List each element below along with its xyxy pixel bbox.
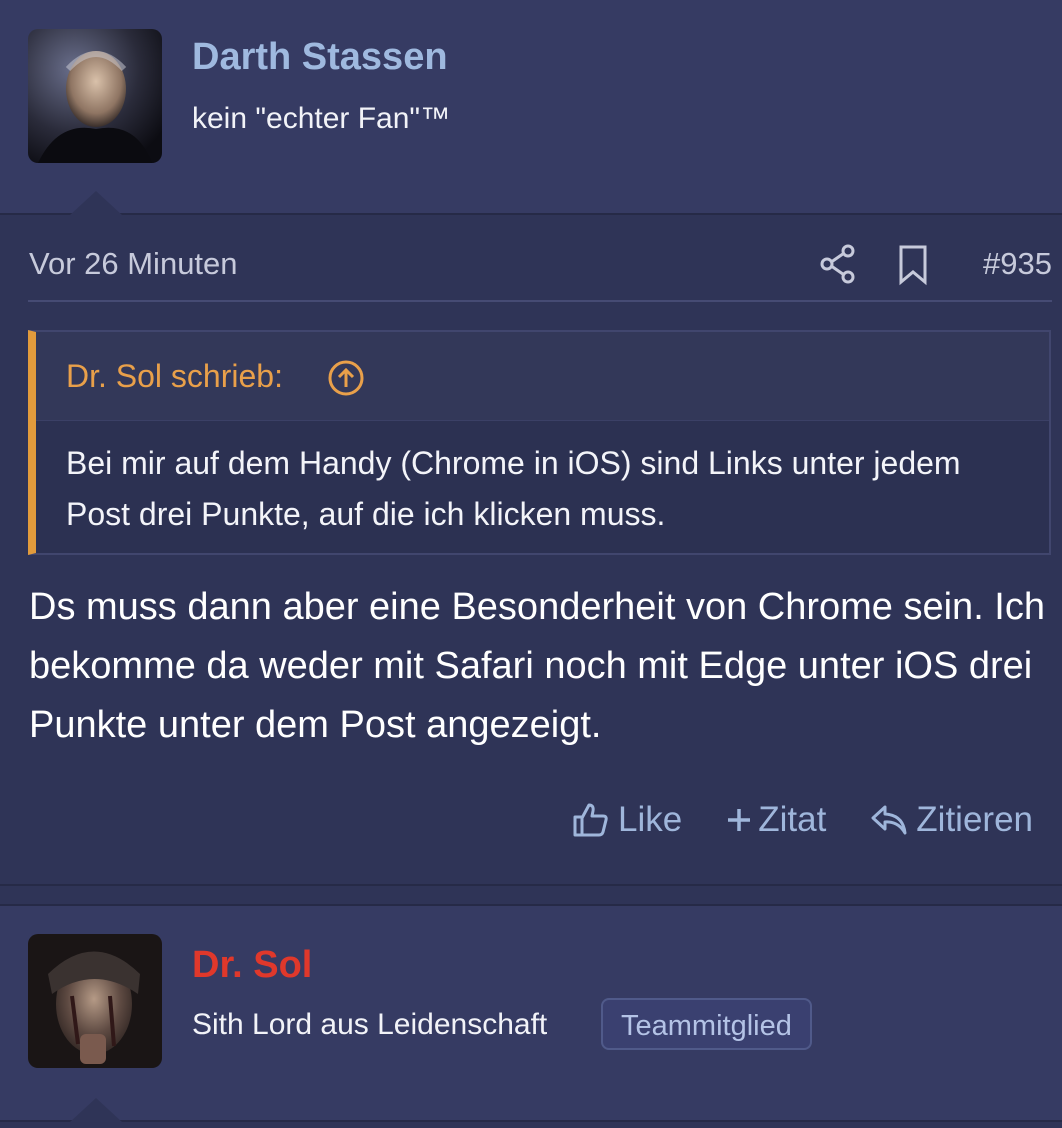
share-icon[interactable] <box>818 242 858 291</box>
zitat-label: Zitat <box>758 800 827 839</box>
bookmark-icon[interactable] <box>898 244 928 291</box>
plus-icon <box>728 809 751 831</box>
username[interactable]: Dr. Sol <box>192 944 312 987</box>
post-actions: Like Zitat Zitieren <box>572 798 1033 842</box>
like-label: Like <box>618 800 683 839</box>
like-button[interactable]: Like <box>572 800 682 840</box>
quote-header: Dr. Sol schrieb: <box>36 332 1049 421</box>
reply-icon <box>871 805 907 835</box>
post-number[interactable]: #935 <box>983 246 1052 282</box>
post-time[interactable]: Vor 26 Minuten <box>29 246 238 282</box>
zitieren-button[interactable]: Zitieren <box>870 800 1033 840</box>
post-user-header: Dr. Sol Sith Lord aus Leidenschaft <box>0 904 1062 1122</box>
quote-text: Bei mir auf dem Handy (Chrome in iOS) si… <box>66 445 961 532</box>
team-badge: Teammitglied <box>601 998 812 1050</box>
post-user-header: Darth Stassen kein "echter Fan"™ <box>0 0 1062 215</box>
arrow-up-circle-icon[interactable] <box>326 358 366 403</box>
zitieren-label: Zitieren <box>916 800 1034 839</box>
quote-author[interactable]: Dr. Sol schrieb: <box>66 358 283 395</box>
zitat-button[interactable]: Zitat <box>726 800 826 840</box>
header-pointer <box>70 191 122 215</box>
post-body: Ds muss dann aber eine Besonderheit von … <box>29 586 1045 746</box>
avatar[interactable] <box>28 934 162 1068</box>
divider <box>28 300 1052 302</box>
header-pointer <box>70 1098 122 1122</box>
user-title: kein "echter Fan"™ <box>192 102 451 135</box>
post-separator <box>0 884 1062 886</box>
username[interactable]: Darth Stassen <box>192 36 448 79</box>
thumbs-up-icon <box>573 803 608 837</box>
user-title: Sith Lord aus Leidenschaft <box>192 1008 548 1041</box>
quote-block: Dr. Sol schrieb: Bei mir auf dem Handy (… <box>28 330 1051 555</box>
avatar[interactable] <box>28 29 162 163</box>
